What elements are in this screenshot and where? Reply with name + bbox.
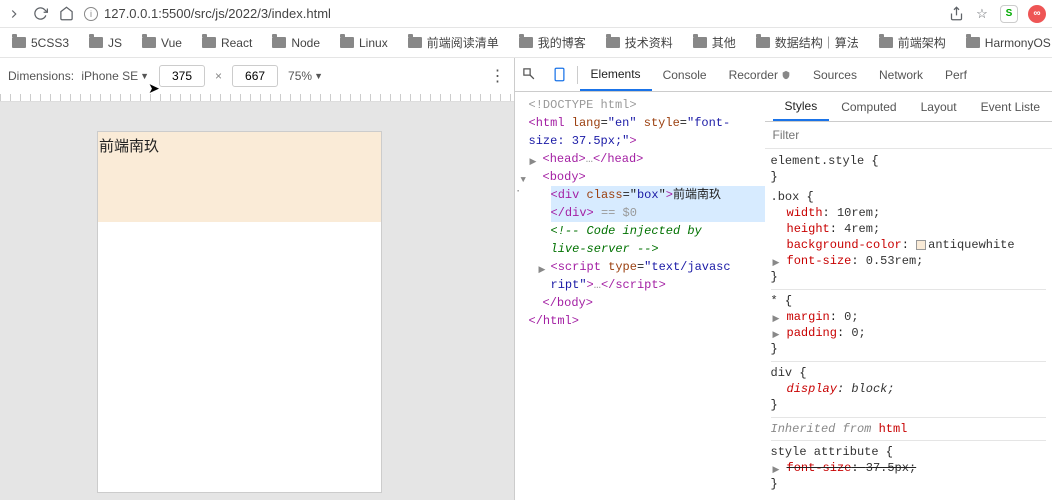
tab-performance[interactable]: Perf xyxy=(934,58,978,91)
emulated-viewport: 前端南玖 xyxy=(98,132,381,492)
color-swatch-icon[interactable] xyxy=(916,240,926,250)
share-icon[interactable] xyxy=(948,6,964,22)
bookmark-item[interactable]: 5CSS3 xyxy=(4,34,77,52)
bookmark-item[interactable]: Linux xyxy=(332,34,396,52)
tab-console[interactable]: Console xyxy=(652,58,718,91)
folder-icon xyxy=(89,37,103,48)
bookmark-item[interactable]: 前端架构 xyxy=(871,32,954,53)
zoom-select[interactable]: 75% ▼ xyxy=(288,69,323,83)
extension-s-icon[interactable]: S xyxy=(1000,5,1018,23)
chevron-down-icon: ▼ xyxy=(140,71,149,81)
tab-layout[interactable]: Layout xyxy=(909,92,969,121)
url-bar[interactable]: i 127.0.0.1:5500/src/js/2022/3/index.htm… xyxy=(84,6,331,21)
tab-recorder[interactable]: Recorder xyxy=(718,58,802,91)
box-element: 前端南玖 xyxy=(98,132,381,222)
tab-eventlisteners[interactable]: Event Liste xyxy=(969,92,1052,121)
device-select[interactable]: Dimensions: iPhone SE ▼ xyxy=(8,69,149,83)
bookmark-item[interactable]: 前端阅读清单 xyxy=(400,32,507,53)
folder-icon xyxy=(340,37,354,48)
url-text: 127.0.0.1:5500/src/js/2022/3/index.html xyxy=(104,6,331,21)
extension-o-icon[interactable]: ∞ xyxy=(1028,5,1046,23)
folder-icon xyxy=(756,37,770,48)
width-input[interactable] xyxy=(159,65,205,87)
folder-icon xyxy=(272,37,286,48)
more-vert-icon[interactable]: ⋮ xyxy=(490,66,506,86)
tab-styles[interactable]: Styles xyxy=(773,92,830,121)
height-input[interactable] xyxy=(232,65,278,87)
ruler xyxy=(0,94,514,102)
dom-tree[interactable]: <!DOCTYPE html> <html lang="en" style="f… xyxy=(515,92,765,500)
bookmark-item[interactable]: Vue xyxy=(134,34,190,52)
info-icon: i xyxy=(84,7,98,21)
bookmark-item[interactable]: 其他 xyxy=(685,32,744,53)
inspect-icon[interactable] xyxy=(515,67,545,82)
bookmark-item[interactable]: HarmonyOS xyxy=(958,34,1052,52)
forward-icon[interactable] xyxy=(6,6,22,22)
folder-icon xyxy=(12,37,26,48)
folder-icon xyxy=(693,37,707,48)
home-icon[interactable] xyxy=(58,6,74,22)
folder-icon xyxy=(408,37,422,48)
bookmark-item[interactable]: React xyxy=(194,34,260,52)
tab-elements[interactable]: Elements xyxy=(580,58,652,91)
reload-icon[interactable] xyxy=(32,6,48,22)
filter-input[interactable] xyxy=(765,122,1052,148)
folder-icon xyxy=(966,37,980,48)
bookmark-item[interactable]: JS xyxy=(81,34,130,52)
bookmark-item[interactable]: Node xyxy=(264,34,328,52)
folder-icon xyxy=(142,37,156,48)
tab-network[interactable]: Network xyxy=(868,58,934,91)
bookmarks-bar: 5CSS3JSVueReactNodeLinux前端阅读清单我的博客技术资料其他… xyxy=(0,28,1052,58)
device-toggle-icon[interactable] xyxy=(545,67,575,82)
bookmark-item[interactable]: 我的博客 xyxy=(511,32,594,53)
folder-icon xyxy=(606,37,620,48)
tab-sources[interactable]: Sources xyxy=(802,58,868,91)
times-icon: × xyxy=(215,69,222,83)
folder-icon xyxy=(202,37,216,48)
bookmark-item[interactable]: 技术资料 xyxy=(598,32,681,53)
star-icon[interactable]: ☆ xyxy=(974,6,990,22)
chevron-down-icon: ▼ xyxy=(314,71,323,81)
tab-computed[interactable]: Computed xyxy=(829,92,908,121)
folder-icon xyxy=(879,37,893,48)
folder-icon xyxy=(519,37,533,48)
bookmark-item[interactable]: 数据结构｜算法 xyxy=(748,32,867,53)
